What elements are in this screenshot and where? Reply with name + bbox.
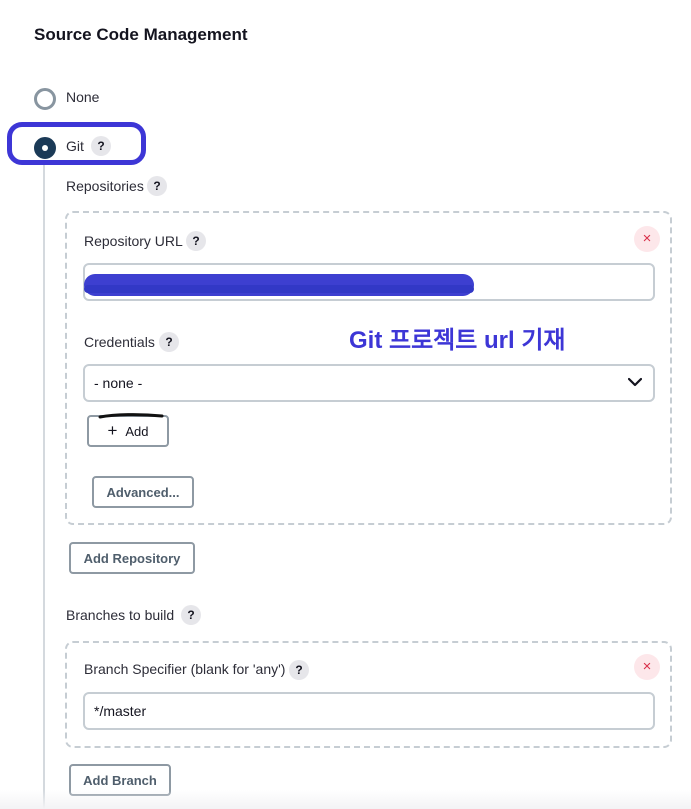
none-radio-label[interactable]: None bbox=[66, 89, 99, 105]
radio-dot-icon bbox=[42, 145, 48, 151]
repository-url-label: Repository URL bbox=[84, 233, 183, 249]
remove-branch-icon[interactable]: × bbox=[634, 654, 660, 680]
branches-help-icon[interactable]: ? bbox=[181, 605, 201, 625]
repositories-label: Repositories bbox=[66, 178, 144, 194]
nested-section-line bbox=[43, 165, 45, 809]
git-help-icon[interactable]: ? bbox=[91, 136, 111, 156]
advanced-button[interactable]: Advanced... bbox=[92, 476, 194, 508]
credentials-label: Credentials bbox=[84, 334, 155, 350]
section-title: Source Code Management bbox=[34, 25, 248, 44]
add-credentials-button[interactable]: + Add bbox=[87, 415, 169, 447]
plus-icon: + bbox=[107, 421, 118, 440]
credentials-selected-value: - none - bbox=[94, 375, 143, 391]
bottom-fade bbox=[0, 790, 691, 809]
add-credentials-label: Add bbox=[125, 423, 149, 439]
git-radio-label[interactable]: Git bbox=[66, 138, 84, 154]
chevron-down-icon bbox=[628, 377, 642, 387]
branch-specifier-input[interactable]: */master bbox=[83, 692, 655, 730]
repositories-help-icon[interactable]: ? bbox=[147, 176, 167, 196]
branch-specifier-label: Branch Specifier (blank for 'any') bbox=[84, 661, 286, 677]
remove-repository-icon[interactable]: × bbox=[634, 226, 660, 252]
scribble-mark bbox=[98, 413, 164, 419]
credentials-select[interactable]: - none - bbox=[83, 364, 655, 402]
branches-label: Branches to build bbox=[66, 607, 175, 623]
repository-url-help-icon[interactable]: ? bbox=[186, 231, 206, 251]
none-radio[interactable] bbox=[34, 88, 56, 110]
annotation-text: Git 프로젝트 url 기재 bbox=[349, 327, 566, 354]
credentials-help-icon[interactable]: ? bbox=[159, 332, 179, 352]
redaction-mark-underline bbox=[84, 285, 474, 293]
branch-specifier-help-icon[interactable]: ? bbox=[289, 660, 309, 680]
add-repository-button[interactable]: Add Repository bbox=[69, 542, 195, 574]
git-radio[interactable] bbox=[34, 137, 56, 159]
